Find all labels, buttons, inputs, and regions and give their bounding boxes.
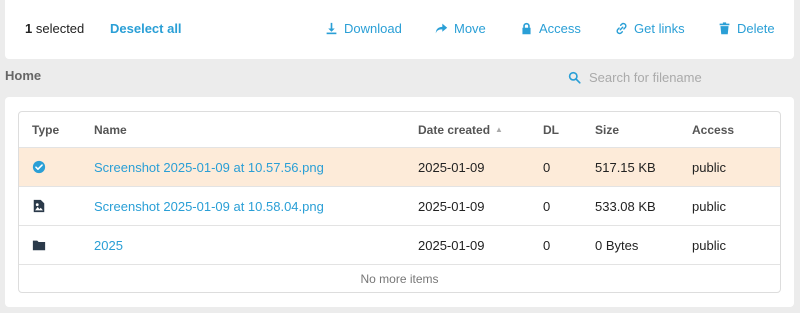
- access-level: public: [692, 159, 726, 175]
- download-icon: [326, 22, 337, 35]
- date-created: 2025-01-09: [418, 159, 485, 175]
- file-name-link[interactable]: Screenshot 2025-01-09 at 10.57.56.png: [94, 148, 324, 186]
- trash-icon: [719, 22, 730, 35]
- column-header-dl[interactable]: DL: [543, 112, 559, 147]
- date-created: 2025-01-09: [418, 237, 485, 253]
- download-count: 0: [543, 159, 551, 175]
- access-button[interactable]: Access: [520, 21, 581, 36]
- selection-count: 1 selected: [25, 21, 85, 36]
- download-count: 0: [543, 237, 551, 253]
- selection-toolbar: 1 selected Deselect all Download Move Ac…: [5, 0, 794, 59]
- folder-icon[interactable]: [32, 226, 46, 264]
- download-count: 0: [543, 198, 551, 214]
- file-size: 533.08 KB: [595, 198, 656, 214]
- breadcrumb[interactable]: Home: [5, 68, 41, 83]
- file-panel: Type Name Date created ▲ DL Size Access S…: [5, 97, 794, 307]
- column-header-name[interactable]: Name: [94, 112, 127, 147]
- table-row[interactable]: 2025 2025-01-09 0 0 Bytes public: [19, 226, 780, 265]
- column-header-date[interactable]: Date created ▲: [418, 112, 503, 147]
- file-size: 517.15 KB: [595, 159, 656, 175]
- search-icon: [568, 71, 581, 84]
- column-header-size[interactable]: Size: [595, 112, 619, 147]
- folder-name-link[interactable]: 2025: [94, 226, 123, 264]
- table-row[interactable]: Screenshot 2025-01-09 at 10.58.04.png 20…: [19, 187, 780, 226]
- delete-button[interactable]: Delete: [718, 21, 775, 36]
- move-button[interactable]: Move: [435, 21, 486, 36]
- column-header-type: Type: [32, 122, 60, 137]
- column-header-access[interactable]: Access: [692, 112, 734, 147]
- access-level: public: [692, 237, 726, 253]
- download-button[interactable]: Download: [325, 21, 402, 36]
- get-links-button[interactable]: Get links: [615, 21, 685, 36]
- deselect-all-button[interactable]: Deselect all: [110, 21, 182, 36]
- check-circle-icon[interactable]: [32, 148, 46, 186]
- access-level: public: [692, 198, 726, 214]
- file-size: 0 Bytes: [595, 237, 639, 253]
- sort-ascending-icon: ▲: [495, 125, 503, 134]
- table-row[interactable]: Screenshot 2025-01-09 at 10.57.56.png 20…: [19, 148, 780, 187]
- search-box: [568, 66, 792, 88]
- search-input[interactable]: [589, 69, 779, 85]
- date-created: 2025-01-09: [418, 198, 485, 214]
- table-header: Type Name Date created ▲ DL Size Access: [19, 112, 780, 148]
- list-end-message: No more items: [360, 272, 439, 286]
- file-table: Type Name Date created ▲ DL Size Access S…: [18, 111, 781, 293]
- image-icon[interactable]: [32, 187, 46, 225]
- lock-icon: [522, 22, 531, 35]
- move-icon: [435, 23, 448, 34]
- link-icon: [616, 22, 627, 35]
- file-name-link[interactable]: Screenshot 2025-01-09 at 10.58.04.png: [94, 187, 324, 225]
